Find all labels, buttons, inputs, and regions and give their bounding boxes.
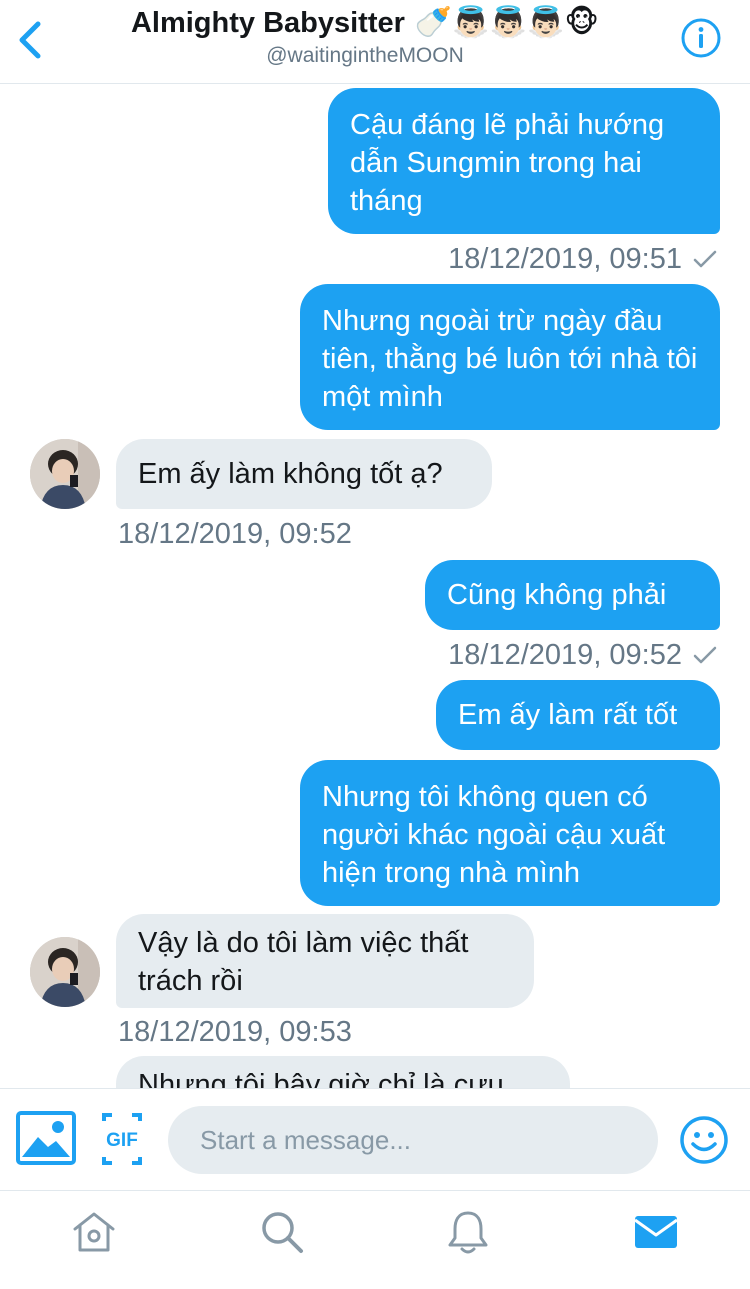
- message-text: Cũng không phải: [447, 579, 667, 611]
- media-button[interactable]: [16, 1111, 76, 1165]
- avatar[interactable]: [30, 439, 100, 509]
- message-bubble-outgoing[interactable]: Cậu đáng lẽ phải hướng dẫn Sungmin trong…: [328, 88, 720, 234]
- gif-button[interactable]: GIF: [102, 1113, 142, 1165]
- info-button[interactable]: [680, 17, 722, 59]
- avatar-photo: [30, 439, 100, 509]
- conversation-header: Almighty Babysitter 🍼👼🏻👼🏻👼🏻🐵 @waitingint…: [0, 0, 750, 84]
- conversation-title: Almighty Babysitter: [130, 7, 405, 39]
- message-text: Em ấy làm rất tốt: [458, 699, 678, 731]
- smiley-icon: [680, 1116, 728, 1164]
- gif-icon: GIF: [102, 1113, 142, 1165]
- message-timestamp: 18/12/2019, 09:51: [448, 241, 718, 277]
- tab-messages[interactable]: [631, 1207, 681, 1257]
- message-bubble-outgoing[interactable]: Cũng không phải: [425, 560, 720, 630]
- message-input[interactable]: [168, 1106, 658, 1174]
- emoji-button[interactable]: [679, 1115, 729, 1165]
- tab-notifications[interactable]: [443, 1207, 493, 1257]
- read-check-icon: [693, 250, 717, 268]
- bell-icon: [448, 1211, 488, 1254]
- bottom-tab-bar: [0, 1190, 750, 1289]
- message-text: Nhưng tôi bây giờ chỉ là cựu: [138, 1069, 504, 1088]
- message-text: Em ấy làm không tốt ạ?: [138, 458, 443, 490]
- tab-home[interactable]: [69, 1207, 119, 1257]
- avatar-photo: [30, 937, 100, 1007]
- tab-search[interactable]: [257, 1207, 307, 1257]
- search-icon: [262, 1212, 303, 1253]
- info-icon: [681, 18, 721, 58]
- message-bubble-incoming[interactable]: Vậy là do tôi làm việc thất trách rồi: [116, 914, 534, 1008]
- message-bubble-outgoing[interactable]: Nhưng ngoài trừ ngày đầu tiên, thằng bé …: [300, 284, 720, 430]
- image-icon: [16, 1111, 76, 1165]
- message-text: Nhưng ngoài trừ ngày đầu tiên, thằng bé …: [322, 305, 698, 413]
- message-timestamp: 18/12/2019, 09:52: [118, 518, 352, 550]
- message-bubble-incoming[interactable]: Nhưng tôi bây giờ chỉ là cựu: [116, 1056, 570, 1088]
- mail-icon: [634, 1216, 678, 1248]
- home-icon: [73, 1212, 115, 1252]
- message-text: Vậy là do tôi làm việc thất trách rồi: [138, 927, 469, 997]
- conversation-title-block[interactable]: Almighty Babysitter 🍼👼🏻👼🏻👼🏻🐵 @waitingint…: [60, 4, 670, 69]
- chevron-left-icon: [19, 21, 41, 59]
- svg-text:GIF: GIF: [106, 1130, 138, 1151]
- message-timestamp: 18/12/2019, 09:53: [118, 1016, 352, 1048]
- message-bubble-outgoing[interactable]: Em ấy làm rất tốt: [436, 680, 720, 750]
- title-emojis: 🍼👼🏻👼🏻👼🏻🐵: [414, 5, 600, 40]
- message-bubble-outgoing[interactable]: Nhưng tôi không quen có người khác ngoài…: [300, 760, 720, 906]
- back-button[interactable]: [12, 16, 52, 64]
- message-bubble-incoming[interactable]: Em ấy làm không tốt ạ?: [116, 439, 492, 509]
- read-check-icon: [693, 646, 717, 664]
- message-text: Nhưng tôi không quen có người khác ngoài…: [322, 781, 666, 889]
- message-composer: GIF: [0, 1088, 750, 1190]
- message-text: Cậu đáng lẽ phải hướng dẫn Sungmin trong…: [350, 109, 665, 217]
- message-timestamp: 18/12/2019, 09:52: [448, 637, 718, 673]
- message-list[interactable]: Cậu đáng lẽ phải hướng dẫn Sungmin trong…: [0, 84, 750, 1088]
- avatar[interactable]: [30, 937, 100, 1007]
- conversation-handle: @waitingintheMOON: [266, 44, 464, 67]
